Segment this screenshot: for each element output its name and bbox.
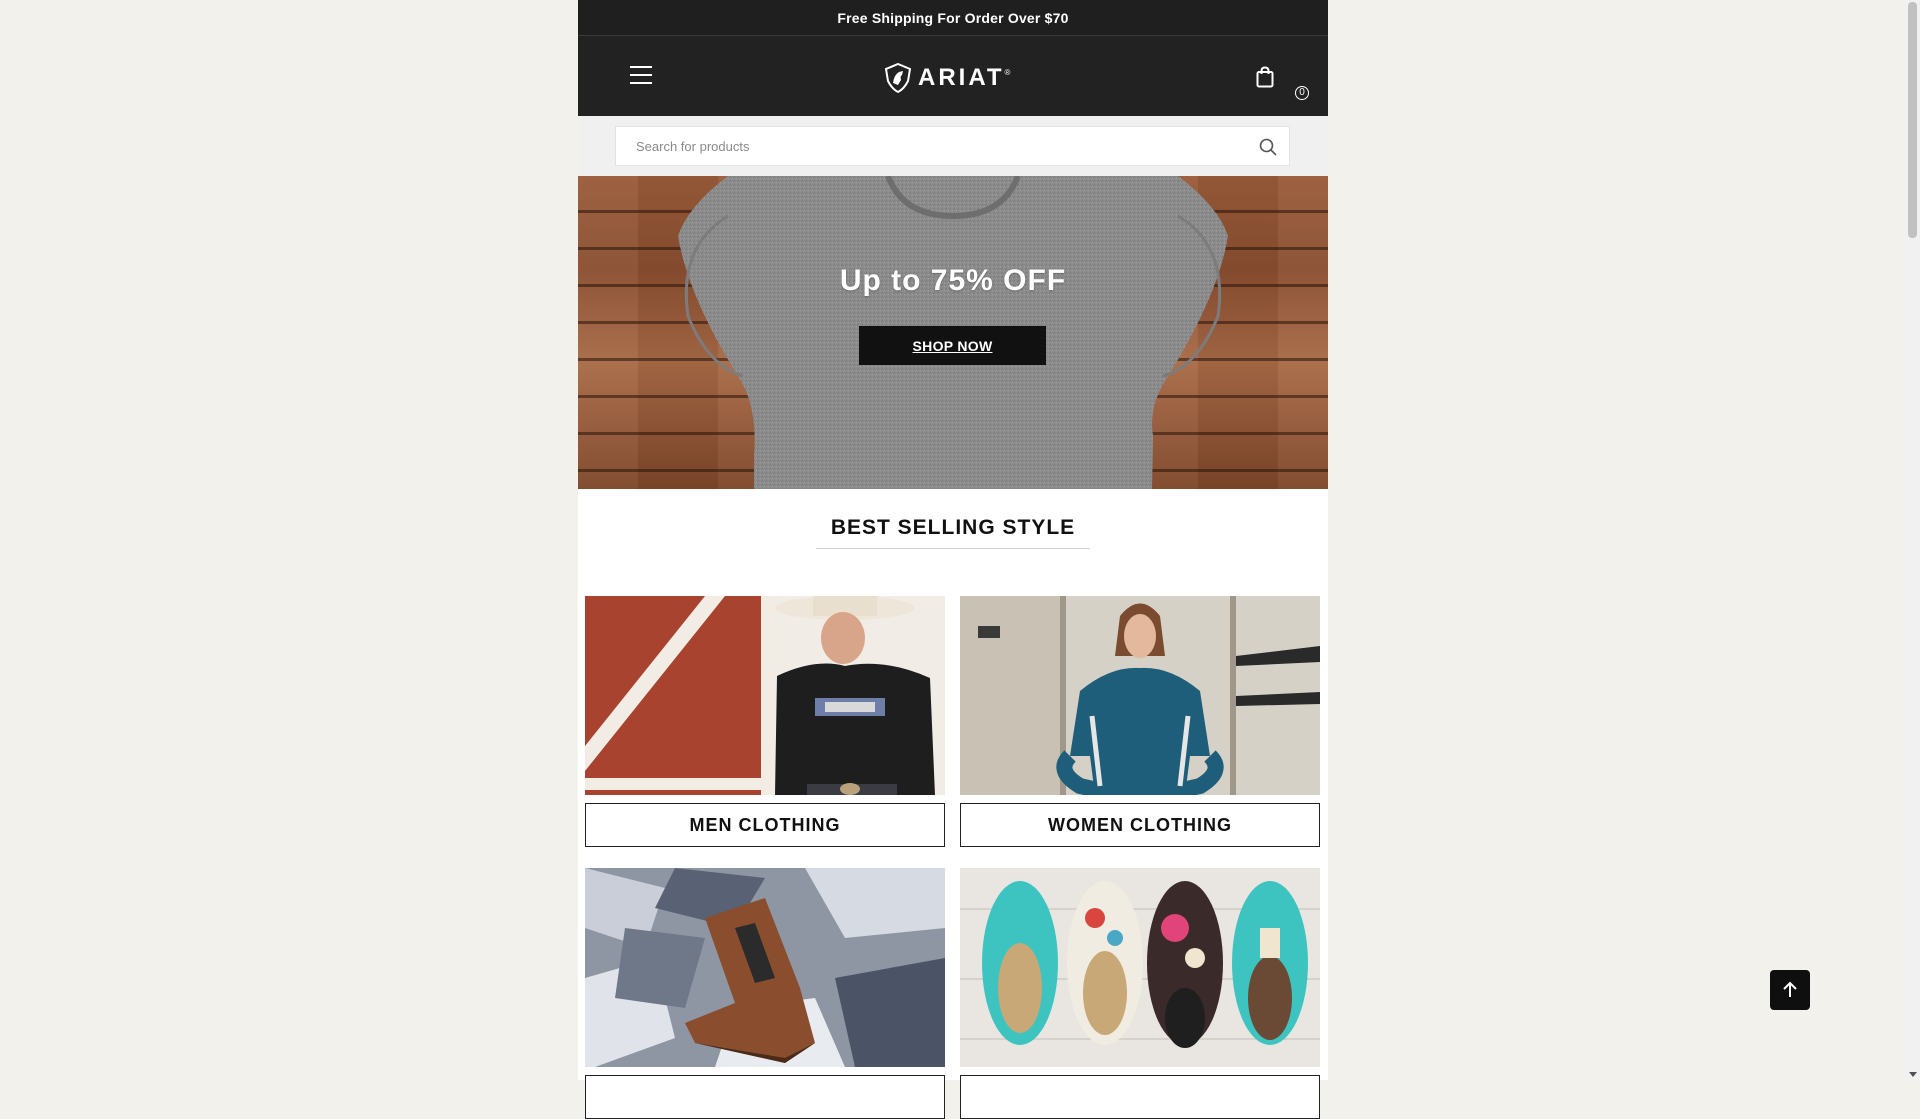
logo-wordmark: ARIAT — [918, 64, 1005, 91]
section-title: BEST SELLING STYLE — [815, 516, 1091, 549]
horse-shield-icon — [884, 63, 912, 93]
best-selling-section-header: BEST SELLING STYLE — [578, 516, 1328, 549]
category-label[interactable]: MEN CLOTHING — [585, 803, 945, 847]
category-card-women[interactable]: WOMEN CLOTHING — [960, 596, 1320, 847]
category-card-men[interactable]: MEN CLOTHING — [585, 596, 945, 847]
women-clothing-image[interactable] — [960, 596, 1320, 795]
ariat-logo[interactable]: ARIAT ® — [884, 62, 1020, 94]
category-card-shoes[interactable] — [960, 868, 1320, 1119]
site-header: ARIAT ® 0 — [578, 35, 1328, 116]
category-label[interactable]: WOMEN CLOTHING — [960, 803, 1320, 847]
announcement-text: Free Shipping For Order Over $70 — [837, 9, 1069, 26]
scroll-down-arrow-icon[interactable] — [1909, 1072, 1917, 1077]
search-input[interactable] — [616, 127, 1289, 165]
men-clothing-image[interactable] — [585, 596, 945, 795]
hamburger-menu-icon[interactable] — [630, 66, 652, 84]
boots-image[interactable] — [585, 868, 945, 1067]
page-scrollbar[interactable] — [1905, 0, 1920, 1080]
cart-count-badge: 0 — [1295, 86, 1309, 100]
search-bar — [578, 116, 1328, 176]
shopping-bag-icon[interactable] — [1253, 64, 1277, 90]
search-icon[interactable] — [1259, 138, 1277, 156]
category-card-boots[interactable] — [585, 868, 945, 1119]
search-box — [615, 126, 1290, 166]
arrow-up-icon — [1783, 981, 1797, 997]
logo-registered-mark: ® — [1004, 68, 1011, 77]
shop-now-button[interactable]: SHOP NOW — [859, 326, 1046, 365]
category-label[interactable] — [585, 1075, 945, 1119]
category-label[interactable] — [960, 1075, 1320, 1119]
hero-title: Up to 75% OFF — [839, 264, 1067, 297]
scrollbar-thumb[interactable] — [1908, 2, 1917, 238]
announcement-bar: Free Shipping For Order Over $70 — [578, 0, 1328, 35]
shoes-image[interactable] — [960, 868, 1320, 1067]
hero-banner[interactable]: Up to 75% OFF SHOP NOW — [578, 176, 1328, 489]
back-to-top-button[interactable] — [1770, 970, 1810, 1010]
